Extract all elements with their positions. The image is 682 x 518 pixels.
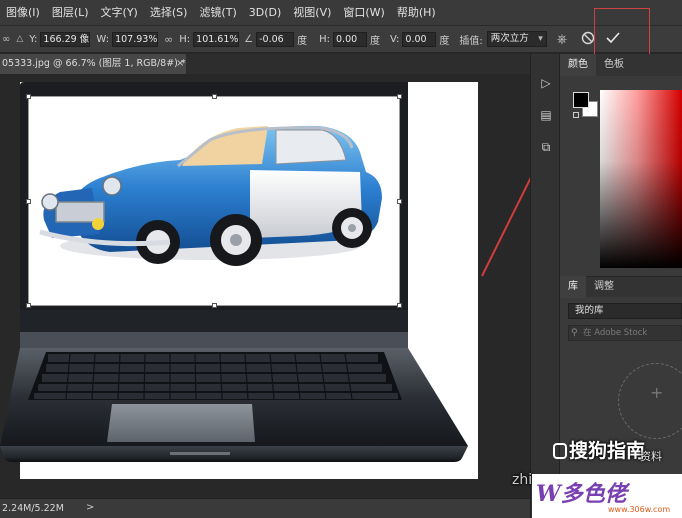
hskew-unit: 度 xyxy=(370,35,381,47)
tab-libraries[interactable]: 库 xyxy=(560,276,586,298)
sogou-watermark-text: 搜狗指南 xyxy=(569,440,646,462)
width-field[interactable]: 107.93% xyxy=(112,31,159,47)
zhi-watermark: zhi xyxy=(512,472,533,488)
hskew-label: H: xyxy=(319,33,331,45)
transform-handle[interactable] xyxy=(397,303,402,308)
document-tab-bar: 05333.jpg @ 66.7% (图层 1, RGB/8#) * × xyxy=(0,54,530,74)
sogou-icon xyxy=(553,443,567,459)
transform-handle[interactable] xyxy=(26,303,31,308)
transform-handle[interactable] xyxy=(397,94,402,99)
menu-filter[interactable]: 滤镜(T) xyxy=(193,0,242,26)
angle-field[interactable]: -0.06 xyxy=(256,31,295,47)
transform-handle[interactable] xyxy=(212,94,217,99)
delta-icon: △ xyxy=(16,34,24,44)
stock-search-placeholder: 在 Adobe Stock xyxy=(583,328,648,338)
hskew-field[interactable]: 0.00 xyxy=(333,31,368,47)
properties-icon[interactable]: ▤ xyxy=(537,106,555,124)
add-icon[interactable]: + xyxy=(650,383,663,402)
transform-handle[interactable] xyxy=(26,199,31,204)
library-select[interactable]: 我的库 xyxy=(568,303,682,319)
stock-search-input[interactable]: ⚲ 在 Adobe Stock xyxy=(568,325,682,341)
tab-color[interactable]: 颜色 xyxy=(560,54,596,76)
default-colors-icon[interactable] xyxy=(573,112,579,118)
interpolation-label: 插值: xyxy=(459,35,483,47)
search-icon: ⚲ xyxy=(571,328,578,338)
site-logo-badge: W多色佬 www.306w.com xyxy=(532,474,682,518)
warp-icon[interactable]: ⎈ xyxy=(557,32,567,47)
tab-adjustments[interactable]: 调整 xyxy=(586,276,622,298)
sogou-watermark: 搜狗指南 xyxy=(553,436,645,463)
angle-unit: 度 xyxy=(297,35,308,47)
menu-3d[interactable]: 3D(D) xyxy=(243,0,288,26)
menu-select[interactable]: 选择(S) xyxy=(144,0,194,26)
transform-handle[interactable] xyxy=(26,94,31,99)
transform-bounding-box[interactable] xyxy=(26,94,402,308)
y-field[interactable]: 166.29 像 xyxy=(40,31,91,47)
close-tab-icon[interactable]: × xyxy=(176,54,184,74)
document-tab-title: 05333.jpg @ 66.7% (图层 1, RGB/8#) * xyxy=(2,58,186,69)
site-url-text: www.306w.com xyxy=(608,505,671,514)
menu-help[interactable]: 帮助(H) xyxy=(391,0,442,26)
vskew-unit: 度 xyxy=(439,35,450,47)
link-icon[interactable]: ∞ xyxy=(2,34,10,45)
menu-type[interactable]: 文字(Y) xyxy=(95,0,144,26)
transform-handle[interactable] xyxy=(397,199,402,204)
angle-icon: ∠ xyxy=(244,33,254,45)
tab-swatches[interactable]: 色板 xyxy=(596,54,632,76)
document-size: 2.24M/5.22M xyxy=(2,503,64,514)
vskew-label: V: xyxy=(390,33,400,45)
interpolation-select[interactable]: 两次立方 xyxy=(486,31,547,47)
height-field[interactable]: 101.61% xyxy=(193,31,240,47)
adjustments-icon[interactable]: ⧉ xyxy=(537,138,555,156)
document-tab[interactable]: 05333.jpg @ 66.7% (图层 1, RGB/8#) * xyxy=(0,54,186,74)
menu-image[interactable]: 图像(I) xyxy=(0,0,46,26)
options-bar: ∞ △ Y: 166.29 像 W: 107.93% ∞ H: 101.61% … xyxy=(0,26,682,53)
vskew-field[interactable]: 0.00 xyxy=(402,31,437,47)
h-label: H: xyxy=(179,33,191,45)
chain-link-icon[interactable]: ∞ xyxy=(164,33,173,46)
site-logo-text: W多色佬 xyxy=(536,481,627,507)
transform-handle[interactable] xyxy=(212,303,217,308)
menu-bar: 图像(I) 图层(L) 文字(Y) 选择(S) 滤镜(T) 3D(D) 视图(V… xyxy=(0,0,682,26)
menu-window[interactable]: 窗口(W) xyxy=(337,0,390,26)
menu-layer[interactable]: 图层(L) xyxy=(46,0,95,26)
color-picker-field[interactable] xyxy=(600,90,682,268)
foreground-color-swatch[interactable] xyxy=(573,92,589,108)
status-bar: 2.24M/5.22M > xyxy=(0,498,530,518)
canvas-area[interactable] xyxy=(0,74,530,498)
history-icon[interactable]: ▷ xyxy=(537,74,555,92)
menu-view[interactable]: 视图(V) xyxy=(287,0,337,26)
resource-watermark: 资料 xyxy=(640,450,662,463)
w-label: W: xyxy=(96,33,110,45)
library-panel-tabs: 库 调整 xyxy=(560,276,682,298)
color-panel-tabs: 颜色 色板 xyxy=(560,54,682,76)
status-menu-arrow[interactable]: > xyxy=(86,502,94,513)
y-label: Y: xyxy=(29,33,38,45)
